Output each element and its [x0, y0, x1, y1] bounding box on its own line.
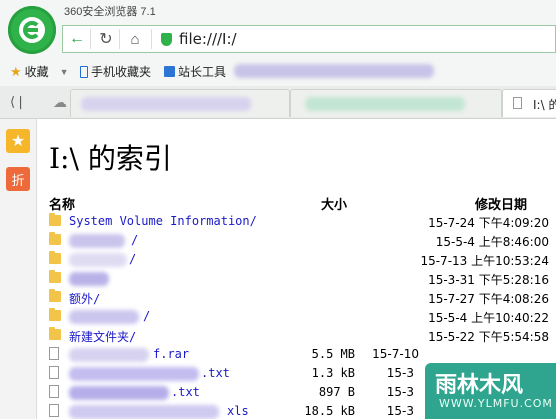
bookmark-mobile[interactable]: 手机收藏夹 — [80, 63, 151, 80]
webmaster-label: 站长工具 — [178, 65, 227, 79]
file-icon — [49, 385, 59, 398]
table-row[interactable]: 额外/ 15-7-27 下午4:08:26 — [49, 289, 549, 308]
tab-blurred-2[interactable] — [290, 89, 502, 117]
cloud-icon[interactable]: ☁ — [48, 90, 72, 114]
side-toolbar: ★ 折 — [0, 119, 37, 419]
table-row[interactable]: / 15-5-4 上午8:46:00 — [49, 232, 549, 251]
table-row[interactable]: System Volume Information/ 15-7-24 下午4:0… — [49, 213, 549, 232]
discount-icon[interactable]: 折 — [6, 167, 30, 191]
bookmark-bar: ★ 收藏 ▼ 手机收藏夹 站长工具 — [0, 58, 556, 84]
folder-icon — [49, 213, 61, 226]
phone-icon — [80, 65, 88, 78]
entry-name-link[interactable]: f.rar — [153, 347, 189, 361]
dropdown-arrow-icon[interactable]: ▼ — [60, 67, 69, 77]
entry-name-link[interactable]: 新建文件夹/ — [69, 328, 136, 345]
folder-icon — [49, 308, 61, 321]
bookmark-webmaster[interactable]: 站长工具 — [164, 63, 226, 80]
tab-active[interactable]: I:\ 的 — [502, 89, 556, 117]
entry-size: 5.5 MB — [311, 347, 355, 361]
entry-name-link[interactable]: System Volume Information/ — [69, 214, 257, 228]
blurred-name — [69, 348, 149, 362]
entry-date: 15-3 — [386, 385, 414, 399]
entry-date: 15-5-22 下午5:54:58 — [428, 330, 549, 344]
entry-size: 18.5 kB — [304, 404, 355, 418]
entry-name-link[interactable]: .txt — [201, 366, 230, 380]
file-icon — [49, 366, 59, 379]
webmaster-icon — [164, 66, 175, 77]
folder-icon — [49, 251, 61, 264]
entry-date: 15-3 — [386, 366, 414, 380]
blurred-bookmarks — [234, 64, 434, 78]
entry-date: 15-7-24 下午4:09:20 — [428, 216, 549, 230]
url-text[interactable]: file:///I:/ — [179, 30, 237, 48]
folder-icon — [49, 327, 61, 340]
watermark-main-text: 雨林木风 — [435, 373, 524, 398]
entry-size: 1.3 kB — [311, 366, 355, 380]
site-watermark: 雨林木风 WWW.YLMFU.COM — [425, 363, 556, 419]
table-row[interactable]: / 15-7-13 上午10:53:24 — [49, 251, 549, 270]
tab-bar: ⟨❘ ☁ I:\ 的 — [0, 86, 556, 119]
entry-date: 15-3-31 下午5:28:16 — [428, 273, 549, 287]
column-header-size[interactable]: 大小 — [321, 194, 347, 213]
home-icon[interactable]: ⌂ — [123, 27, 147, 51]
blurred-name — [69, 272, 109, 286]
entry-date: 15-5-4 上午10:40:22 — [428, 311, 549, 325]
tab-blurred-1[interactable] — [70, 89, 290, 117]
blurred-name — [69, 405, 219, 419]
table-row[interactable]: 新建文件夹/ 15-5-22 下午5:54:58 — [49, 327, 549, 346]
security-shield-icon[interactable] — [161, 33, 172, 46]
app-title: 360安全浏览器 7.1 — [64, 6, 156, 18]
mobile-label: 手机收藏夹 — [91, 65, 152, 79]
page-title: I:\ 的索引 — [49, 142, 172, 175]
entry-name-link[interactable]: / — [143, 309, 150, 323]
browser-logo-icon[interactable] — [8, 6, 56, 54]
file-icon — [49, 404, 59, 417]
page-content: I:\ 的索引 名称 大小 修改日期 System Volume Informa… — [37, 119, 556, 419]
entry-name-link[interactable]: xls — [227, 404, 249, 418]
file-icon — [49, 347, 59, 360]
back-arrow-icon[interactable]: ← — [65, 27, 89, 51]
blurred-name — [69, 253, 127, 267]
favorites-label: 收藏 — [24, 65, 49, 79]
blurred-name — [69, 367, 199, 381]
page-icon — [513, 97, 522, 109]
folder-icon — [49, 232, 61, 245]
entry-name-link[interactable]: .txt — [171, 385, 200, 399]
entry-name-link[interactable]: / — [129, 252, 136, 266]
entry-date: 15-7-10 — [372, 347, 419, 361]
entry-name-link[interactable]: 额外/ — [69, 290, 100, 307]
tab-scroll-left-icon[interactable]: ⟨❘ — [6, 90, 30, 114]
active-tab-label: I:\ 的 — [533, 98, 556, 112]
address-bar[interactable]: ← ↻ ⌂ file:///I:/ — [62, 25, 556, 53]
browser-window: 360安全浏览器 7.1 ← ↻ ⌂ file:///I:/ ★ 收藏 ▼ 手机… — [0, 0, 556, 419]
column-header-name[interactable]: 名称 — [49, 194, 75, 213]
bookmark-favorites[interactable]: ★ 收藏 ▼ — [10, 63, 69, 80]
table-row[interactable]: 15-3-31 下午5:28:16 — [49, 270, 549, 289]
blurred-name — [69, 386, 169, 400]
entry-date: 15-7-27 下午4:08:26 — [428, 292, 549, 306]
entry-date: 15-3 — [386, 404, 414, 418]
refresh-icon[interactable]: ↻ — [94, 27, 118, 51]
favorites-star-icon[interactable]: ★ — [6, 129, 30, 153]
star-icon: ★ — [10, 63, 22, 79]
blurred-name — [69, 310, 139, 324]
folder-icon — [49, 289, 61, 302]
discount-label: 折 — [11, 172, 25, 188]
entry-date: 15-5-4 上午8:46:00 — [435, 235, 549, 249]
entry-name-link[interactable]: / — [131, 233, 138, 247]
column-header-modified[interactable]: 修改日期 — [475, 194, 527, 213]
folder-icon — [49, 270, 61, 283]
watermark-sub-text: WWW.YLMFU.COM — [439, 397, 553, 410]
blurred-name — [69, 234, 125, 248]
table-row[interactable]: / 15-5-4 上午10:40:22 — [49, 308, 549, 327]
entry-date: 15-7-13 上午10:53:24 — [420, 254, 549, 268]
entry-size: 897 B — [318, 385, 355, 399]
